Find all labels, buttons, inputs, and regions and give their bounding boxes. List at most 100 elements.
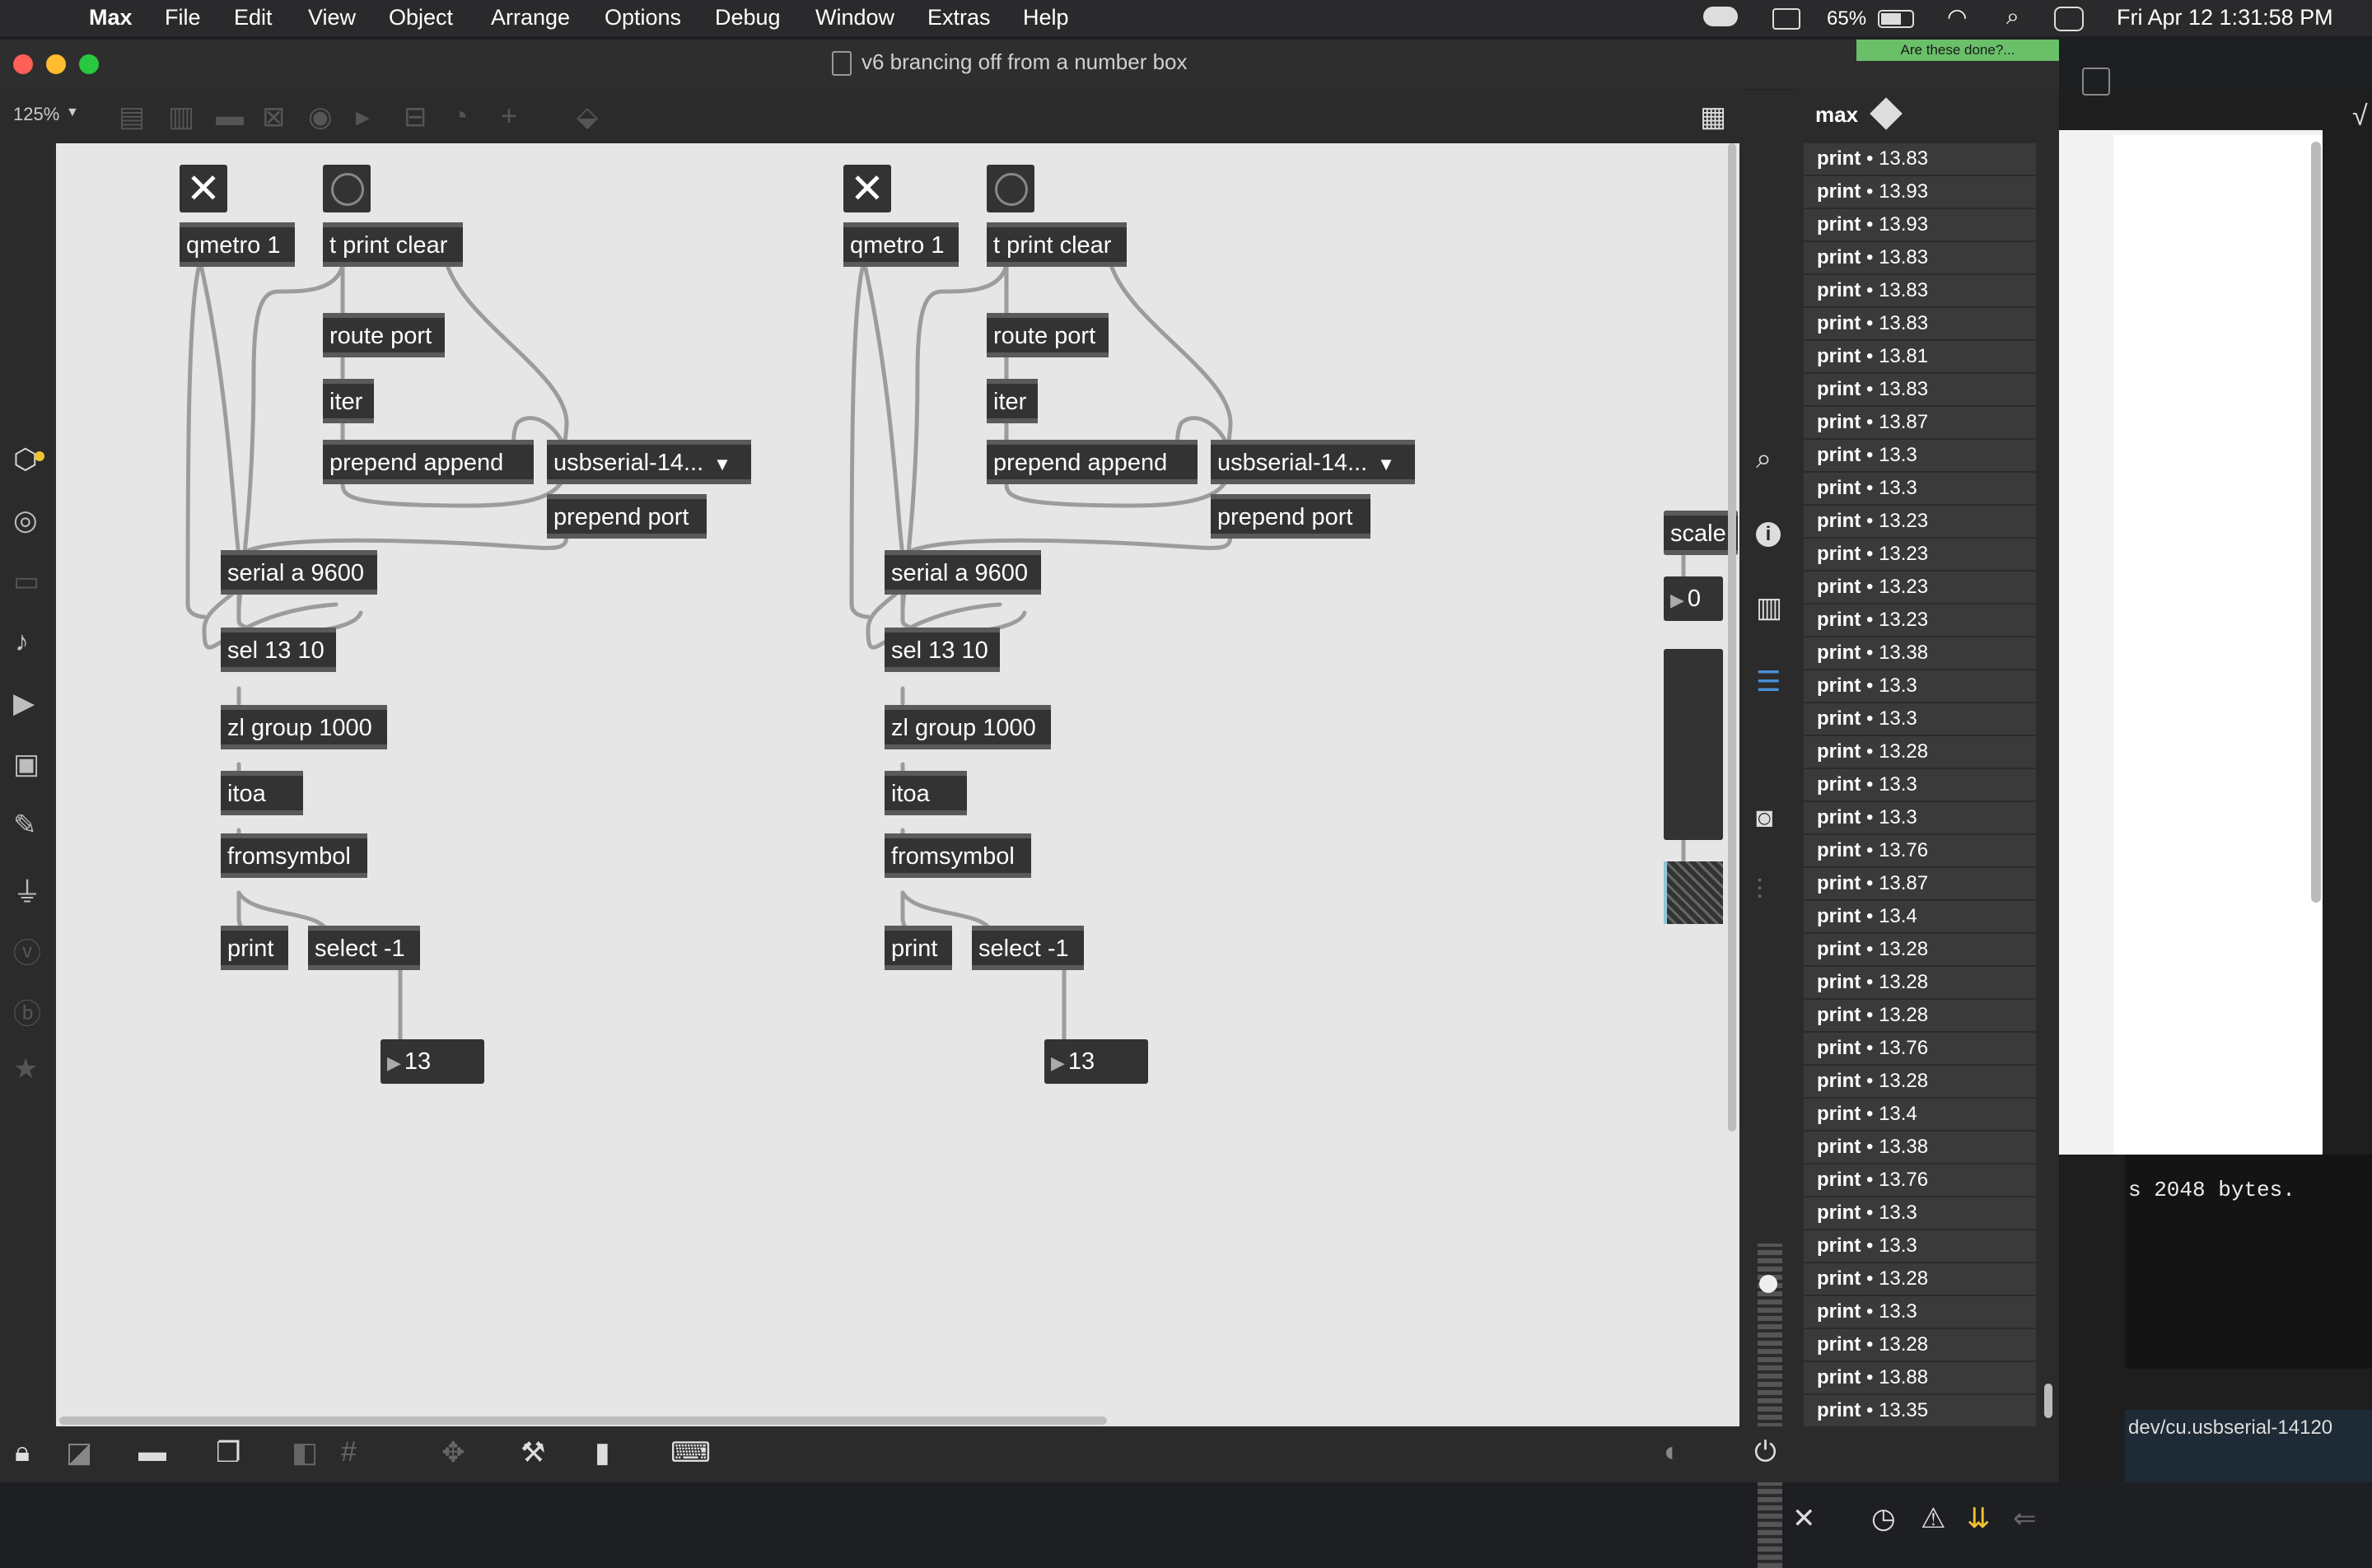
search-icon[interactable]: ⌕ [2006,3,2019,30]
console-row[interactable]: print • 13.3 [1804,473,2036,504]
number-box[interactable]: ▶ 13 [1044,1039,1148,1084]
usbserial-menu[interactable]: usbserial-14... ▼ [1211,440,1415,484]
warning-icon[interactable]: ⚠ [1921,1502,1945,1535]
route-port-object[interactable]: route port [323,313,445,357]
bang-left[interactable] [323,165,371,212]
console-list-icon[interactable]: ☰ [1756,665,1781,698]
console-row[interactable]: print • 13.83 [1804,275,2036,306]
notice-banner[interactable]: Are these done?... [1856,40,2059,61]
console-row[interactable]: print • 13.28 [1804,1000,2036,1031]
new-message-icon[interactable]: ▥ [168,100,194,133]
comment-icon[interactable]: ▬ [138,1436,166,1468]
paint-bucket-icon[interactable]: ⬙ [577,100,598,133]
horizontal-scrollbar[interactable] [59,1416,1107,1425]
info-icon[interactable]: i [1756,522,1781,547]
keyboard-icon[interactable]: ⌨ [670,1436,711,1469]
menu-extras[interactable]: Extras [927,5,991,30]
chevron-down-icon[interactable]: ▼ [66,105,79,120]
number-box[interactable]: ▶ 13 [381,1039,484,1084]
play-icon[interactable]: ▸ [356,100,370,133]
paperclip-icon[interactable]: ✎ [13,809,37,842]
serial-object[interactable]: serial a 9600 [221,550,377,595]
new-object-icon[interactable]: ▤ [119,100,145,133]
music-note-icon[interactable]: ♪ [15,626,29,658]
device-icon[interactable]: ▭ [13,565,40,598]
console-row[interactable]: print • 13.28 [1804,967,2036,998]
console-row[interactable]: print • 13.76 [1804,1033,2036,1064]
star-icon[interactable]: ★ [13,1052,38,1085]
console-row[interactable]: print • 13.3 [1804,670,2036,702]
scope-object[interactable] [1664,861,1723,924]
qmetro-object[interactable]: qmetro 1 [843,222,959,267]
plug-icon[interactable]: ⏚ [13,870,41,910]
prepend-port-object[interactable]: prepend port [547,494,707,539]
console-row[interactable]: print • 13.23 [1804,604,2036,636]
pin-icon[interactable] [1870,97,1903,130]
volume-slider-knob[interactable] [1759,1275,1777,1293]
clear-console-icon[interactable]: ✕ [1792,1502,1816,1535]
console-row[interactable]: print • 13.38 [1804,1132,2036,1163]
console-row[interactable]: print • 13.4 [1804,1099,2036,1130]
scale-object[interactable]: scale [1664,511,1738,555]
mute-icon[interactable]: ◧ [292,1436,318,1469]
zoom-level[interactable]: 125% [13,104,59,125]
fromsymbol-object[interactable]: fromsymbol [221,833,367,878]
bang-right[interactable] [987,165,1034,212]
console-row[interactable]: print • 13.28 [1804,1066,2036,1097]
comment-icon[interactable]: ▬ [216,100,244,133]
console-row[interactable]: print • 13.3 [1804,1197,2036,1229]
serial-object[interactable]: serial a 9600 [885,550,1041,595]
keyboard-icon[interactable] [1772,8,1800,30]
b-icon[interactable]: ⓑ [13,992,41,1032]
menu-debug[interactable]: Debug [715,5,781,30]
console-row[interactable]: print • 13.4 [1804,901,2036,932]
target-icon[interactable]: ◎ [13,504,38,537]
console-row[interactable]: print • 13.3 [1804,769,2036,800]
console-row[interactable]: print • 13.76 [1804,835,2036,866]
app-menu[interactable]: Max [89,5,133,30]
console-row[interactable]: print • 13.3 [1804,1296,2036,1328]
wifi-icon[interactable]: ◠ [1947,3,1967,30]
history-icon[interactable]: ◷ [1871,1502,1896,1535]
toggle-left[interactable]: ✕ [180,165,227,212]
console-row[interactable]: print • 13.76 [1804,1164,2036,1196]
transport-icon[interactable]: ◐ [1664,1436,1681,1468]
background-scrollbar[interactable] [2311,142,2321,903]
sel-object[interactable]: sel 13 10 [885,628,1000,672]
toggle-right[interactable]: ✕ [843,165,891,212]
search-icon[interactable]: ⌕ [1756,443,1772,475]
button-icon[interactable]: ◉ [308,100,333,133]
menu-object[interactable]: Object [389,5,453,30]
slider-icon[interactable]: ⊟ [404,100,427,133]
console-scrollbar[interactable] [2044,1384,2052,1418]
iter-object[interactable]: iter [323,379,374,423]
console-row[interactable]: print • 13.3 [1804,440,2036,471]
itoa-object[interactable]: itoa [221,771,303,815]
console-row[interactable]: print • 13.28 [1804,934,2036,965]
itoa-object[interactable]: itoa [885,771,967,815]
cloud-icon[interactable] [1703,7,1738,26]
console-row[interactable]: print • 13.83 [1804,143,2036,175]
bars-icon[interactable]: ▮ [595,1436,610,1469]
console-row[interactable]: print • 13.23 [1804,506,2036,537]
t-print-clear-object[interactable]: t print clear [987,222,1127,267]
menu-options[interactable]: Options [605,5,681,30]
console-row[interactable]: print • 13.23 [1804,572,2036,603]
patcher-canvas[interactable]: ✕ qmetro 1 t print clear route port iter… [56,143,1739,1426]
wrench-icon[interactable]: ⚒ [521,1436,545,1469]
console-row[interactable]: print • 13.28 [1804,1329,2036,1360]
toggle-icon[interactable]: ⊠ [262,100,286,133]
print-object[interactable]: print [885,926,952,970]
grid-icon[interactable]: # [341,1436,357,1468]
qmetro-object[interactable]: qmetro 1 [180,222,295,267]
menu-view[interactable]: View [308,5,356,30]
route-port-object[interactable]: route port [987,313,1109,357]
menu-arrange[interactable]: Arrange [491,5,570,30]
grid-icon[interactable]: ▦ [1700,100,1726,133]
console-row[interactable]: print • 13.83 [1804,242,2036,273]
console-row[interactable]: print • 13.35 [1804,1395,2036,1426]
console-row[interactable]: print • 13.83 [1804,308,2036,339]
select-object[interactable]: select -1 [308,926,420,970]
presentation-icon[interactable]: ◪ [66,1436,92,1469]
package-icon[interactable]: ⬡ [13,443,38,476]
